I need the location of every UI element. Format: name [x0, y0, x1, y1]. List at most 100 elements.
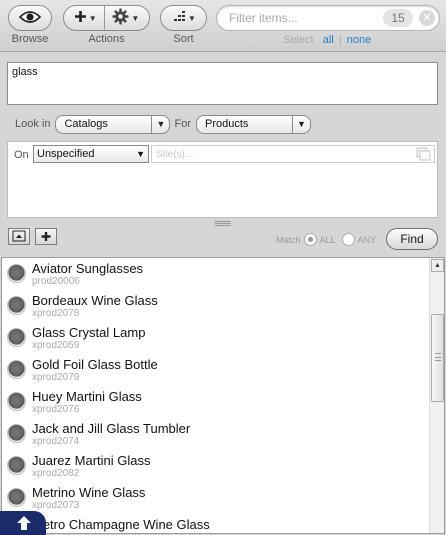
- product-icon: [7, 296, 26, 315]
- sort-group: ▼ Sort: [160, 5, 207, 45]
- site-filter-panel: On Unspecified ▼: [7, 141, 438, 218]
- match-any-label: ANY: [357, 234, 377, 245]
- sort-label: Sort: [173, 33, 194, 45]
- list-item[interactable]: Metrino Wine Glass xprod2073: [2, 482, 428, 514]
- product-icon: [7, 360, 26, 379]
- product-sku: xprod2059: [32, 340, 80, 351]
- item-count-badge: 15: [383, 9, 413, 27]
- close-icon: ✕: [422, 12, 432, 24]
- plus-icon: [74, 10, 87, 26]
- product-name: Aviator Sunglasses: [32, 261, 144, 276]
- search-query-field[interactable]: glass: [7, 62, 438, 105]
- look-in-row: Look in Catalogs ▼ For Products ▼: [15, 114, 311, 134]
- product-name: Glass Crystal Lamp: [32, 325, 146, 340]
- plus-icon: [36, 232, 56, 247]
- scroll-up-button[interactable]: ▲: [431, 259, 444, 272]
- for-label: For: [174, 118, 191, 130]
- product-icon: [7, 456, 26, 475]
- match-all-label: ALL: [319, 234, 336, 245]
- filter-box: 15 ✕: [216, 5, 440, 31]
- for-dropdown[interactable]: Products ▼: [195, 114, 311, 134]
- product-icon: [7, 328, 26, 347]
- sites-field: [151, 145, 435, 163]
- back-to-top-button[interactable]: [0, 511, 46, 535]
- sort-icon: [171, 10, 186, 26]
- product-sku: xprod2082: [32, 468, 80, 479]
- find-row: Match ALL ANY Find: [0, 227, 446, 257]
- sites-input[interactable]: [154, 147, 404, 161]
- match-any-radio[interactable]: [341, 233, 355, 246]
- product-name: Metrino Wine Glass: [32, 485, 146, 500]
- clear-filter-button[interactable]: ✕: [419, 10, 435, 26]
- select-row: Select all | none: [283, 34, 371, 46]
- list-item[interactable]: Glass Crystal Lamp xprod2059: [2, 322, 428, 354]
- resize-handle[interactable]: [215, 221, 231, 226]
- look-in-dropdown[interactable]: Catalogs ▼: [55, 114, 171, 134]
- select-separator: |: [338, 34, 342, 46]
- divider: [103, 6, 105, 30]
- gear-icon: [112, 8, 129, 28]
- add-criteria-button[interactable]: [35, 228, 57, 245]
- sort-button[interactable]: ▼: [160, 5, 207, 31]
- product-icon: [7, 424, 26, 443]
- product-sku: xprod2073: [32, 500, 80, 511]
- scroll-thumb[interactable]: [431, 314, 444, 402]
- match-label: Match: [276, 234, 301, 245]
- for-value: Products: [204, 117, 249, 130]
- select-label: Select: [283, 34, 314, 46]
- collapse-icon: [9, 230, 29, 247]
- product-icon: [7, 488, 26, 507]
- actions-label: Actions: [88, 33, 125, 45]
- product-name: Huey Martini Glass: [32, 389, 142, 404]
- browse-button[interactable]: [8, 5, 52, 31]
- site-picker-icon[interactable]: [416, 147, 431, 161]
- product-sku: xprod2079: [32, 372, 80, 383]
- list-item[interactable]: Huey Martini Glass xprod2076: [2, 386, 428, 418]
- actions-button-group: ▼ ▼: [63, 5, 150, 31]
- on-value: Unspecified: [37, 148, 95, 160]
- product-sku: xprod2078: [32, 308, 80, 319]
- look-in-value: Catalogs: [64, 117, 108, 130]
- look-in-label: Look in: [15, 118, 51, 130]
- product-name: Jack and Jill Glass Tumbler: [32, 421, 191, 436]
- chevron-down-icon: ▼: [188, 13, 196, 23]
- browse-group: Browse: [8, 5, 52, 45]
- on-label: On: [14, 149, 29, 161]
- list-item[interactable]: Jack and Jill Glass Tumbler xprod2074: [2, 418, 428, 450]
- select-all-link[interactable]: all: [323, 34, 334, 46]
- match-all-radio[interactable]: [303, 233, 317, 246]
- collapse-button[interactable]: [8, 228, 30, 245]
- settings-button[interactable]: ▼: [112, 8, 139, 28]
- find-button[interactable]: Find: [386, 228, 438, 250]
- actions-group: ▼ ▼ Actions: [63, 5, 150, 45]
- chevron-down-icon: ▼: [88, 13, 97, 23]
- chevron-down-icon: ▼: [131, 13, 140, 23]
- scrollbar[interactable]: ▲: [429, 258, 444, 533]
- product-sku: prod20006: [32, 276, 80, 287]
- add-button[interactable]: ▼: [74, 10, 97, 26]
- arrow-up-icon: [16, 515, 32, 534]
- product-icon: [7, 392, 26, 411]
- browse-label: Browse: [11, 33, 49, 45]
- list-item[interactable]: Bordeaux Wine Glass xprod2078: [2, 290, 428, 322]
- eye-icon: [18, 10, 42, 27]
- chevron-down-icon: ▼: [136, 149, 145, 159]
- product-name: Bordeaux Wine Glass: [32, 293, 158, 308]
- filter-input[interactable]: [227, 9, 377, 27]
- product-icon: [7, 264, 26, 283]
- thumb-grip: [435, 353, 441, 361]
- match-options: Match ALL ANY: [276, 233, 376, 246]
- list-item[interactable]: Juarez Martini Glass xprod2082: [2, 450, 428, 482]
- product-sku: xprod2074: [32, 436, 80, 447]
- select-none-link[interactable]: none: [347, 34, 371, 46]
- product-sku: xprod2076: [32, 404, 80, 415]
- chevron-down-icon: ▼: [151, 115, 169, 133]
- product-name: Gold Foil Glass Bottle: [32, 357, 158, 372]
- product-name: Juarez Martini Glass: [32, 453, 151, 468]
- results-list: Aviator Sunglasses prod20006 Bordeaux Wine…: [1, 257, 445, 534]
- list-item[interactable]: Gold Foil Glass Bottle xprod2079: [2, 354, 428, 386]
- list-item[interactable]: Metro Champagne Wine Glassxprod2081: [2, 514, 428, 533]
- on-dropdown[interactable]: Unspecified ▼: [33, 145, 149, 163]
- list-item[interactable]: Aviator Sunglasses prod20006: [2, 258, 428, 290]
- chevron-down-icon: ▼: [291, 115, 310, 133]
